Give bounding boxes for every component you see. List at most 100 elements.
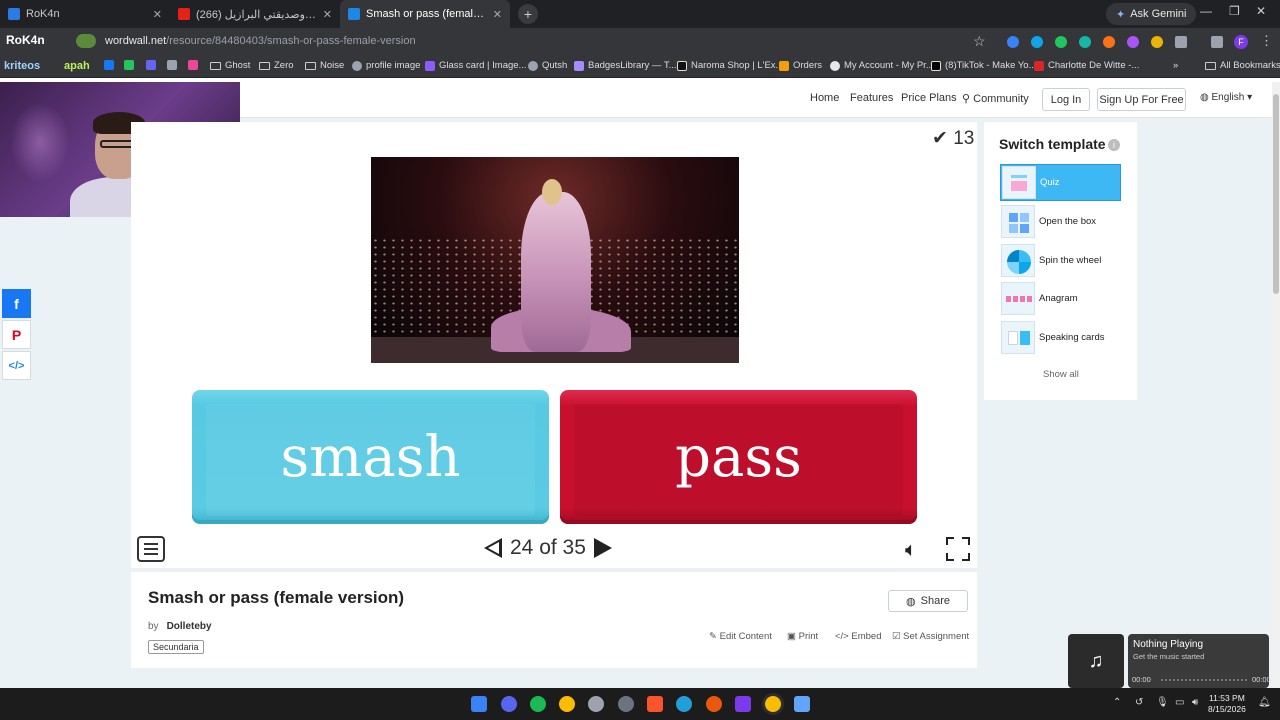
- new-tab-button[interactable]: +: [518, 4, 538, 24]
- browser-menu-icon[interactable]: ⋮: [1260, 33, 1273, 49]
- windows-start-icon[interactable]: [471, 696, 487, 712]
- tab-close-icon[interactable]: ✕: [323, 8, 332, 21]
- nav-features[interactable]: Features: [850, 92, 893, 104]
- pass-button[interactable]: pass: [560, 390, 917, 524]
- bookmark-facebook[interactable]: [104, 60, 114, 70]
- level-tag[interactable]: Secundaria: [148, 640, 204, 654]
- template-quiz[interactable]: Quiz: [1000, 164, 1121, 201]
- bookmark-app[interactable]: [146, 60, 156, 70]
- network-icon[interactable]: ▭: [1175, 697, 1184, 708]
- fullscreen-icon[interactable]: [946, 537, 970, 561]
- url-field[interactable]: wordwall.net/resource/84480403/smash-or-…: [105, 35, 416, 47]
- brave-icon[interactable]: [647, 696, 663, 712]
- next-arrow-icon[interactable]: [593, 538, 612, 558]
- tab-video[interactable]: (266) خرجت أنا وصديقتي البرازيل ✕: [170, 0, 340, 28]
- extension-icon[interactable]: [1055, 36, 1067, 48]
- extension-icon[interactable]: [1007, 36, 1019, 48]
- tiktok-icon: [931, 60, 941, 71]
- nav-price-plans[interactable]: Price Plans: [901, 92, 957, 104]
- tray-app-icon[interactable]: ↺: [1135, 697, 1143, 708]
- bookmark-app[interactable]: [124, 60, 134, 70]
- bookmark-app[interactable]: [188, 60, 198, 70]
- extension-icon[interactable]: [1079, 36, 1091, 48]
- discord-icon[interactable]: [501, 696, 517, 712]
- music-note-icon[interactable]: ♫: [1068, 634, 1124, 688]
- profile-avatar[interactable]: F: [1234, 35, 1248, 49]
- info-icon[interactable]: i: [1108, 139, 1120, 151]
- spotify-icon[interactable]: [530, 696, 546, 712]
- bookmark-naroma-shop[interactable]: Naroma Shop | L'Ex...: [677, 60, 783, 71]
- sound-icon[interactable]: 🔈︎: [905, 539, 917, 562]
- app-icon[interactable]: [618, 696, 634, 712]
- template-anagram[interactable]: Anagram: [1000, 280, 1121, 317]
- tab-wordwall[interactable]: Smash or pass (female version) ✕: [340, 0, 510, 28]
- bookmark-charlotte[interactable]: Charlotte De Witte -...: [1034, 60, 1139, 71]
- template-open-the-box[interactable]: Open the box: [1000, 203, 1121, 240]
- reading-list-icon[interactable]: [1211, 36, 1223, 48]
- notification-icon[interactable]: 🔔︎: [1258, 697, 1271, 708]
- bookmark-folder-zero[interactable]: Zero: [259, 60, 294, 71]
- bookmark-folder-ghost[interactable]: Ghost: [210, 60, 250, 71]
- bookmark-profile-image[interactable]: profile image: [352, 60, 420, 71]
- smash-button[interactable]: smash: [192, 390, 549, 524]
- bookmark-badges-library[interactable]: BadgesLibrary — T...: [574, 60, 677, 71]
- bookmark-my-account[interactable]: My Account - My Pr...: [830, 60, 934, 71]
- chrome-icon[interactable]: [559, 696, 575, 712]
- previous-arrow-icon[interactable]: [484, 538, 502, 558]
- login-button[interactable]: Log In: [1042, 88, 1090, 111]
- tab-youtube[interactable]: RoK4n ✕: [0, 0, 170, 28]
- tab-close-icon[interactable]: ✕: [493, 8, 502, 21]
- embed-share-icon[interactable]: </>: [2, 351, 31, 380]
- extension-icon[interactable]: [1031, 36, 1043, 48]
- embed-link[interactable]: </> Embed: [835, 631, 882, 642]
- print-link[interactable]: ▣ Print: [787, 631, 818, 642]
- extension-icon[interactable]: [1127, 36, 1139, 48]
- tray-chevron-icon[interactable]: ⌃: [1113, 697, 1121, 708]
- scrollbar-thumb[interactable]: [1273, 94, 1279, 294]
- bookmark-apah[interactable]: apah: [64, 60, 90, 72]
- activity-menu-button[interactable]: [137, 536, 165, 562]
- media-progress-bar[interactable]: [1161, 679, 1247, 681]
- all-bookmarks[interactable]: All Bookmarks: [1205, 60, 1280, 71]
- signup-button[interactable]: Sign Up For Free: [1097, 88, 1186, 111]
- volume-icon[interactable]: 🔊︎: [1192, 697, 1198, 708]
- minimize-icon[interactable]: —: [1200, 4, 1212, 18]
- extension-icon[interactable]: [1103, 36, 1115, 48]
- template-spin-the-wheel[interactable]: Spin the wheel: [1000, 242, 1121, 279]
- chrome-active-icon[interactable]: [765, 696, 781, 712]
- bookmark-orders[interactable]: Orders: [779, 60, 822, 71]
- nav-home[interactable]: Home: [810, 92, 839, 104]
- bookmarks-overflow-icon[interactable]: »: [1173, 60, 1178, 71]
- tab-close-icon[interactable]: ✕: [153, 8, 162, 21]
- maximize-icon[interactable]: ❐: [1229, 4, 1240, 18]
- close-window-icon[interactable]: ✕: [1256, 4, 1266, 18]
- ask-gemini-button[interactable]: ✦ Ask Gemini: [1106, 3, 1197, 25]
- page-scrollbar[interactable]: [1272, 82, 1280, 688]
- author-link[interactable]: Dolleteby: [167, 621, 212, 632]
- bookmark-glass-card[interactable]: Glass card | Image...: [425, 60, 526, 71]
- extensions-puzzle-icon[interactable]: [1175, 36, 1187, 48]
- bookmark-tiktok[interactable]: (8)TikTok - Make Yo...: [931, 60, 1037, 71]
- share-button[interactable]: ◍ Share: [888, 590, 968, 612]
- show-all-templates-link[interactable]: Show all: [1043, 369, 1079, 380]
- telegram-icon[interactable]: [676, 696, 692, 712]
- template-speaking-cards[interactable]: Speaking cards: [1000, 319, 1121, 356]
- language-select[interactable]: ◍ English ▾: [1200, 92, 1252, 103]
- set-assignment-link[interactable]: ☑ Set Assignment: [892, 631, 969, 642]
- facebook-share-icon[interactable]: f: [2, 289, 31, 318]
- bookmark-qutsh[interactable]: Qutsh: [528, 60, 567, 71]
- app-icon[interactable]: [735, 696, 751, 712]
- bookmark-app[interactable]: [167, 60, 177, 70]
- bookmark-kriteos[interactable]: kriteos: [4, 60, 40, 72]
- bookmark-star-icon[interactable]: ☆: [973, 33, 986, 50]
- edit-content-link[interactable]: ✎ Edit Content: [709, 631, 772, 642]
- app-icon[interactable]: [706, 696, 722, 712]
- bookmark-folder-noise[interactable]: Noise: [305, 60, 344, 71]
- extension-icon[interactable]: [1151, 36, 1163, 48]
- pinterest-share-icon[interactable]: P: [2, 320, 31, 349]
- taskbar-clock[interactable]: 11:53 PM 8/15/2026: [1208, 693, 1246, 715]
- app-icon[interactable]: [794, 696, 810, 712]
- microphone-icon[interactable]: 🎙︎: [1156, 697, 1169, 708]
- nav-community[interactable]: ⚲ Community: [962, 92, 1029, 105]
- app-icon[interactable]: [588, 696, 604, 712]
